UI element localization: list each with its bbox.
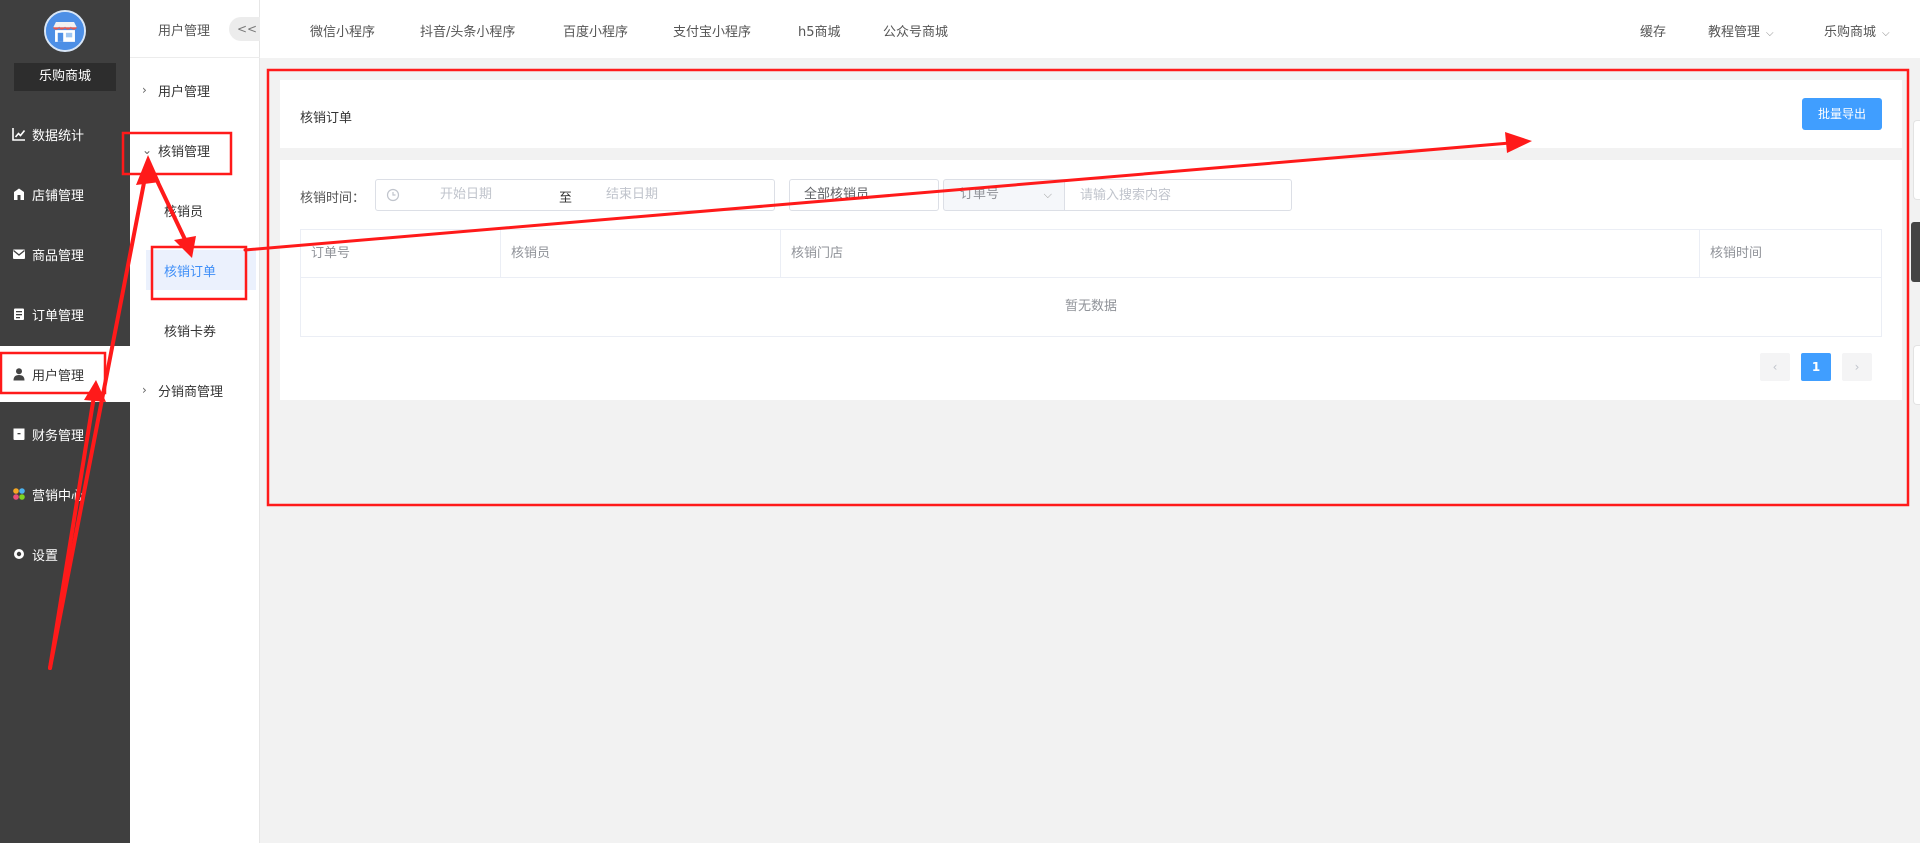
tutorial-menu[interactable]: 教程管理 ⌵	[1708, 21, 1774, 40]
store-icon	[12, 187, 26, 201]
user-icon	[12, 367, 26, 381]
envelope-icon	[12, 247, 26, 261]
verification-orders-table: 订单号 核销员 核销门店 核销时间 暂无数据	[300, 229, 1882, 337]
submenu-group-label: 用户管理	[158, 84, 211, 100]
page-header-card: 核销订单 批量导出	[280, 80, 1902, 148]
submenu-item-verification-coupons[interactable]: 核销卡券	[146, 310, 256, 350]
wallet-icon	[12, 427, 26, 441]
page-number-button[interactable]: 1	[1801, 353, 1831, 381]
column-header-store: 核销门店	[781, 230, 1700, 278]
top-header: 微信小程序 抖音/头条小程序 百度小程序 支付宝小程序 h5商城 公众号商城 缓…	[260, 0, 1920, 58]
batch-export-button[interactable]: 批量导出	[1802, 98, 1882, 130]
submenu-item-label: 核销卡券	[164, 324, 217, 340]
sidebar-item-label: 用户管理	[32, 368, 85, 384]
sidebar-item-store[interactable]: 店铺管理	[0, 166, 130, 222]
chevron-down-icon: ⌄	[142, 143, 153, 157]
sidebar-item-orders[interactable]: 订单管理	[0, 286, 130, 342]
chevron-right-icon: ›	[142, 83, 147, 97]
submenu-group-label: 核销管理	[158, 144, 211, 160]
side-drawer-tab[interactable]	[1913, 120, 1920, 200]
tab-alipay-miniprogram[interactable]: 支付宝小程序	[673, 21, 751, 40]
submenu-item-label: 核销订单	[164, 264, 217, 280]
submenu-item-verifiers[interactable]: 核销员	[146, 190, 256, 230]
verifier-select[interactable]: 全部核销员	[789, 179, 939, 211]
date-range-picker[interactable]: 至	[375, 179, 775, 211]
end-date-input[interactable]	[606, 187, 726, 202]
page-title: 核销订单	[300, 111, 353, 126]
sidebar-item-finance[interactable]: 财务管理	[0, 406, 130, 462]
secondary-menu-header: 用户管理 <<	[130, 0, 260, 58]
submenu-group-distributors[interactable]: › 分销商管理	[130, 370, 260, 410]
next-page-button[interactable]: ›	[1842, 353, 1872, 381]
sidebar-item-label: 设置	[32, 548, 59, 564]
column-header-order-no: 订单号	[301, 230, 501, 278]
tab-douyin-miniprogram[interactable]: 抖音/头条小程序	[420, 21, 515, 40]
start-date-input[interactable]	[440, 187, 560, 202]
cache-button[interactable]: 缓存	[1640, 21, 1666, 40]
clock-icon	[386, 188, 400, 202]
sidebar-item-label: 营销中心	[32, 488, 85, 504]
side-drawer-tab[interactable]	[1913, 345, 1920, 405]
submenu-group-verification[interactable]: ⌄ 核销管理	[130, 130, 260, 170]
submenu-group-users[interactable]: › 用户管理	[130, 70, 260, 110]
brand-name: 乐购商城	[14, 63, 116, 91]
submenu-group-label: 分销商管理	[158, 384, 224, 400]
chevron-right-icon: ›	[142, 383, 147, 397]
line-chart-icon	[12, 127, 26, 141]
tab-wechat-miniprogram[interactable]: 微信小程序	[310, 21, 375, 40]
empty-state-text: 暂无数据	[1064, 299, 1117, 314]
gear-icon	[12, 547, 26, 561]
date-range-separator: 至	[559, 191, 573, 206]
search-type-value: 订单号	[960, 187, 1000, 202]
column-header-verifier: 核销员	[501, 230, 781, 278]
sidebar-item-label: 财务管理	[32, 428, 85, 444]
mall-menu[interactable]: 乐购商城 ⌵	[1824, 21, 1890, 40]
submenu-item-verification-orders[interactable]: 核销订单	[146, 250, 256, 290]
mall-menu-label: 乐购商城	[1824, 25, 1877, 40]
sidebar-item-label: 数据统计	[32, 128, 85, 144]
tab-official-account-mall[interactable]: 公众号商城	[883, 21, 948, 40]
sidebar-item-label: 商品管理	[32, 248, 85, 264]
tutorial-menu-label: 教程管理	[1708, 25, 1761, 40]
verification-time-label: 核销时间：	[300, 191, 366, 206]
tab-h5-mall[interactable]: h5商城	[798, 21, 841, 40]
secondary-menu: 用户管理 << › 用户管理 ⌄ 核销管理 核销员 核销订单 核销卡券 › 分销…	[130, 0, 260, 843]
sidebar-item-statistics[interactable]: 数据统计	[0, 106, 130, 162]
chevron-down-icon: ⌵	[1882, 28, 1890, 39]
tab-baidu-miniprogram[interactable]: 百度小程序	[563, 21, 628, 40]
secondary-menu-title: 用户管理	[158, 24, 211, 39]
chevron-down-icon: ⌵	[1043, 188, 1052, 201]
clipboard-icon	[12, 307, 26, 321]
puzzle-icon	[12, 487, 26, 501]
sidebar-item-label: 订单管理	[32, 308, 85, 324]
sidebar-item-users[interactable]: 用户管理	[0, 346, 130, 402]
search-type-select[interactable]: 订单号 ⌵	[943, 179, 1065, 211]
store-logo	[44, 10, 86, 52]
sidebar-item-goods[interactable]: 商品管理	[0, 226, 130, 282]
chevron-down-icon: ⌵	[1766, 28, 1774, 39]
scroll-handle[interactable]	[1911, 222, 1920, 282]
sidebar-item-marketing[interactable]: 营销中心	[0, 466, 130, 522]
sidebar-item-label: 店铺管理	[32, 188, 85, 204]
prev-page-button[interactable]: ‹	[1760, 353, 1790, 381]
submenu-item-label: 核销员	[164, 204, 204, 220]
search-input[interactable]	[1064, 179, 1292, 211]
sidebar-item-settings[interactable]: 设置	[0, 526, 130, 582]
main-sidebar: 乐购商城 数据统计 店铺管理 商品管理 订单管理 用户管理 财务管理 营销中心 …	[0, 0, 130, 843]
order-list-card: 核销时间： 至 全部核销员 订单号 ⌵ 订单号 核销员 核销门店 核销时间 暂无…	[280, 160, 1902, 400]
column-header-verify-time: 核销时间	[1700, 230, 1881, 278]
collapse-menu-button[interactable]: <<	[229, 17, 260, 41]
